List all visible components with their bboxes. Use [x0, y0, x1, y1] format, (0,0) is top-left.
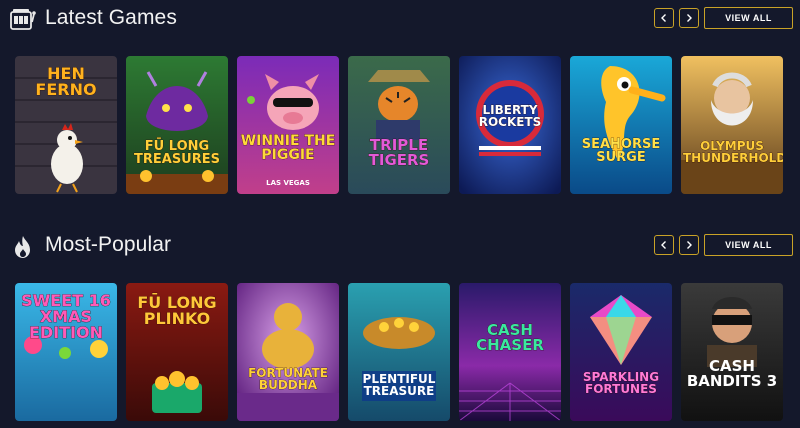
- game-tile[interactable]: FORTUNATE BUDDHA: [237, 283, 339, 421]
- most-popular-header: Most-Popular VIEW ALL: [0, 229, 800, 263]
- latest-games-header: Latest Games VIEW ALL: [0, 2, 800, 36]
- game-subtitle: LAS VEGAS: [266, 179, 310, 187]
- game-title: SPARKLING FORTUNES: [582, 370, 660, 396]
- game-artwork: [348, 56, 450, 194]
- game-artwork: [681, 283, 783, 421]
- game-title: FŪ LONG TREASURES: [134, 139, 221, 167]
- game-title: FŪ LONG PLINKO: [137, 293, 217, 328]
- game-tile[interactable]: WINNIE the Piggie LAS VEGAS: [237, 56, 339, 194]
- game-artwork: [237, 56, 339, 194]
- game-artwork: [570, 283, 672, 421]
- game-artwork: [237, 283, 339, 421]
- next-button[interactable]: [679, 8, 699, 28]
- game-tile[interactable]: SWEET 16 XMAS EDITION: [15, 283, 117, 421]
- game-tile[interactable]: SPARKLING FORTUNES: [570, 283, 672, 421]
- game-tile[interactable]: FŪ LONG PLINKO: [126, 283, 228, 421]
- game-tile[interactable]: TRIPLE TIGERS: [348, 56, 450, 194]
- latest-games-row: HEN FERNO FŪ LONG TREASURES WINNIE the P…: [15, 56, 795, 194]
- game-title: SWEET 16 XMAS EDITION: [21, 291, 111, 342]
- section-title: Latest Games: [45, 6, 177, 29]
- game-tile[interactable]: PLENTIFUL TREASURE: [348, 283, 450, 421]
- game-tile[interactable]: SEAHORSE Surge: [570, 56, 672, 194]
- game-tile[interactable]: FŪ LONG TREASURES: [126, 56, 228, 194]
- previous-button[interactable]: [654, 235, 674, 255]
- game-tile[interactable]: Cash CHASER: [459, 283, 561, 421]
- game-title: CASH BANDITS 3: [686, 357, 778, 390]
- game-artwork: [681, 56, 783, 194]
- game-artwork: [348, 283, 450, 421]
- view-all-button[interactable]: VIEW ALL: [704, 234, 793, 256]
- game-title: SEAHORSE Surge: [581, 137, 661, 165]
- game-artwork: [126, 56, 228, 194]
- game-tile[interactable]: CASH BANDITS 3: [681, 283, 783, 421]
- game-tile[interactable]: HEN FERNO: [15, 56, 117, 194]
- game-title: TRIPLE TIGERS: [368, 136, 430, 169]
- game-tile[interactable]: LIBERTY ROCKETS: [459, 56, 561, 194]
- chevron-right-icon: [687, 241, 692, 249]
- most-popular-row: SWEET 16 XMAS EDITION FŪ LONG PLINKO FOR…: [15, 283, 795, 421]
- chevron-left-icon: [661, 14, 666, 22]
- chevron-right-icon: [687, 14, 692, 22]
- game-title: FORTUNATE BUDDHA: [248, 366, 328, 392]
- game-title: HEN FERNO: [35, 64, 97, 99]
- game-tile[interactable]: OLYMPUS THUNDERHOLD: [681, 56, 783, 194]
- game-title: LIBERTY ROCKETS: [478, 103, 542, 129]
- previous-button[interactable]: [654, 8, 674, 28]
- game-title: PLENTIFUL TREASURE: [362, 372, 436, 398]
- section-title: Most-Popular: [45, 233, 172, 256]
- game-title: Cash CHASER: [476, 321, 544, 354]
- next-button[interactable]: [679, 235, 699, 255]
- game-title: WINNIE the Piggie: [240, 133, 336, 163]
- flame-icon: [15, 236, 30, 258]
- chevron-left-icon: [661, 241, 666, 249]
- view-all-button[interactable]: VIEW ALL: [704, 7, 793, 29]
- game-artwork: [570, 56, 672, 194]
- slot-machine-icon: [10, 9, 36, 30]
- game-title: OLYMPUS THUNDERHOLD: [683, 139, 783, 165]
